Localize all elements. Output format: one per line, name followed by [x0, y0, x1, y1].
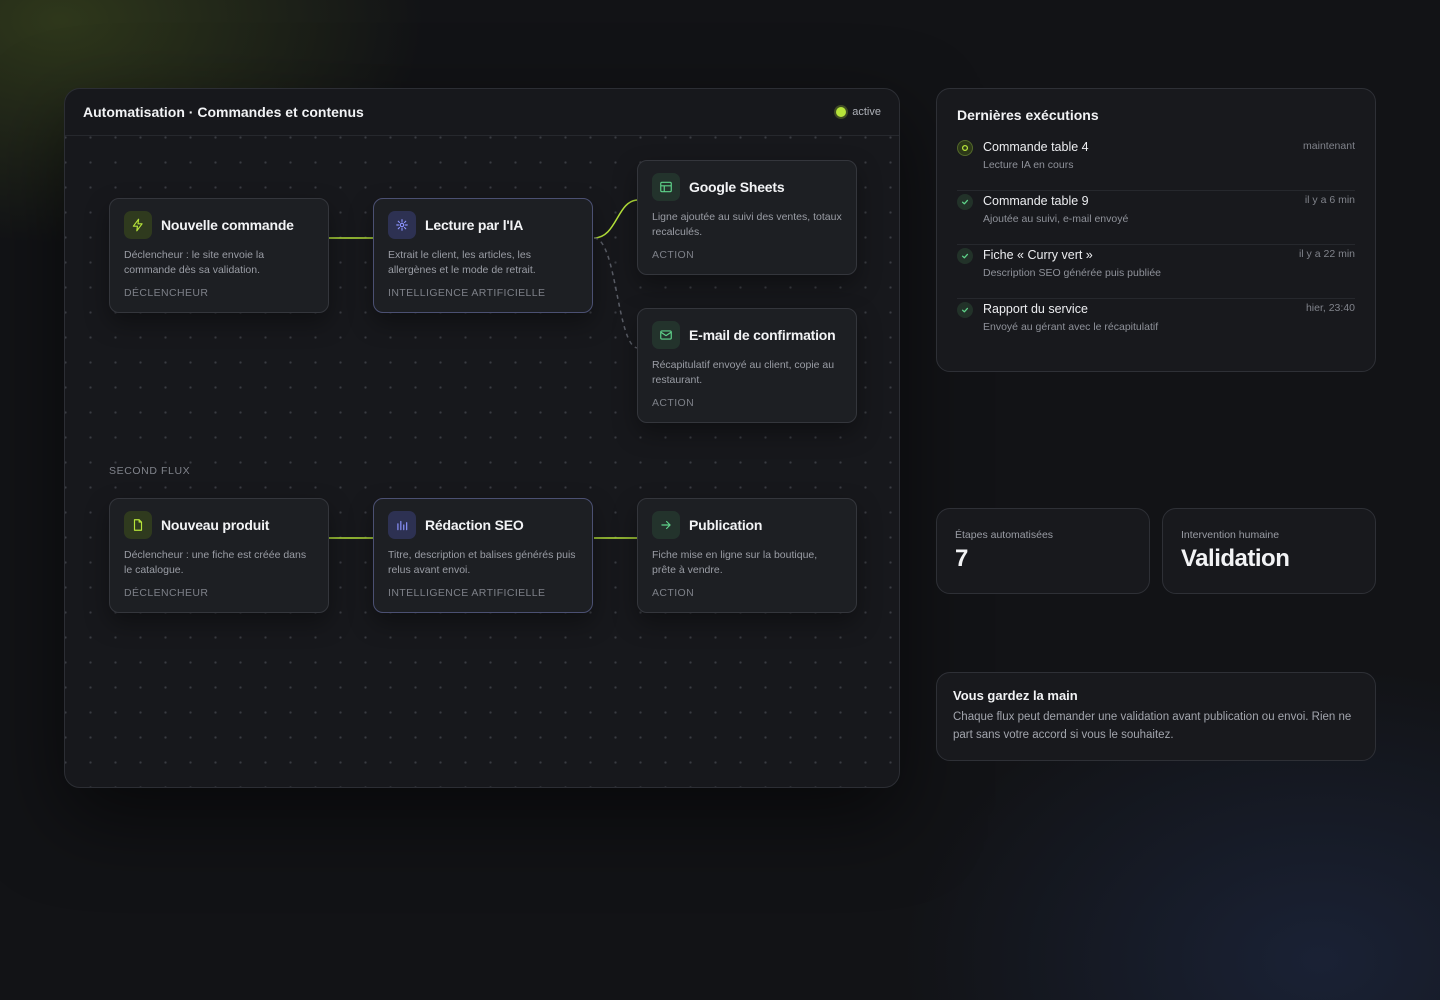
recent-executions-panel: Dernières exécutions Commande table 4 Le… [936, 88, 1376, 372]
executions-title: Dernières exécutions [957, 107, 1099, 123]
note-text: Chaque flux peut demander une validation… [953, 711, 1352, 741]
node-title: Rédaction SEO [425, 517, 524, 533]
node-kind: ACTION [652, 397, 695, 409]
note-title: Vous gardez la main [953, 688, 1078, 703]
node-nouveau-produit[interactable]: Nouveau produit Déclencheur : une fiche … [109, 498, 329, 613]
canvas-title: Automatisation · Commandes et contenus [83, 104, 364, 120]
execution-detail: Envoyé au gérant avec le récapitulatif [983, 321, 1159, 333]
node-google-sheets[interactable]: Google Sheets Ligne ajoutée au suivi des… [637, 160, 857, 275]
check-icon [957, 194, 973, 210]
execution-name: Rapport du service [983, 302, 1088, 316]
node-title: Nouveau produit [161, 517, 270, 533]
status-indicator: active [836, 106, 881, 118]
file-icon [124, 511, 152, 539]
chart-bars-icon [388, 511, 416, 539]
canvas-header: Automatisation · Commandes et contenus a… [65, 89, 899, 136]
node-description: Titre, description et balises générés pu… [388, 549, 576, 576]
node-nouvelle-commande[interactable]: Nouvelle commande Déclencheur : le site … [109, 198, 329, 313]
stat-value: Validation [1181, 545, 1290, 572]
node-title: Google Sheets [689, 179, 785, 195]
stat-value: 7 [955, 545, 968, 572]
execution-detail: Lecture IA en cours [983, 159, 1074, 171]
status-label: active [852, 106, 881, 118]
node-description: Ligne ajoutée au suivi des ventes, totau… [652, 211, 842, 238]
node-publication[interactable]: Publication Fiche mise en ligne sur la b… [637, 498, 857, 613]
node-description: Déclencheur : une fiche est créée dans l… [124, 549, 307, 576]
execution-item[interactable]: Rapport du service Envoyé au gérant avec… [957, 299, 1355, 353]
execution-item[interactable]: Fiche « Curry vert » Description SEO gén… [957, 245, 1355, 299]
workflow-canvas: Automatisation · Commandes et contenus a… [64, 88, 900, 788]
node-title: Nouvelle commande [161, 217, 294, 233]
execution-detail: Ajoutée au suivi, e-mail envoyé [983, 213, 1129, 225]
check-icon [957, 248, 973, 264]
stat-label: Intervention humaine [1181, 529, 1280, 541]
node-kind: INTELLIGENCE ARTIFICIELLE [388, 587, 546, 599]
mail-icon [652, 321, 680, 349]
section-label-second-flow: SECOND FLUX [109, 465, 191, 477]
execution-time: il y a 22 min [1298, 248, 1355, 260]
execution-name: Fiche « Curry vert » [983, 248, 1093, 262]
control-note: Vous gardez la main Chaque flux peut dem… [936, 672, 1376, 761]
sparkle-icon [388, 211, 416, 239]
node-description: Fiche mise en ligne sur la boutique, prê… [652, 549, 818, 576]
node-description: Extrait le client, les articles, les all… [388, 249, 536, 276]
arrow-right-icon [652, 511, 680, 539]
check-icon [957, 302, 973, 318]
stat-label: Étapes automatisées [955, 529, 1054, 541]
node-description: Déclencheur : le site envoie la commande… [124, 249, 265, 276]
stat-automated-steps: Étapes automatisées 7 [936, 508, 1150, 594]
node-kind: ACTION [652, 249, 695, 261]
node-kind: ACTION [652, 587, 695, 599]
node-kind: DÉCLENCHEUR [124, 587, 209, 599]
pending-icon [957, 140, 973, 156]
node-title: E-mail de confirmation [689, 327, 836, 343]
table-icon [652, 173, 680, 201]
node-kind: DÉCLENCHEUR [124, 287, 209, 299]
execution-name: Commande table 9 [983, 194, 1089, 208]
execution-detail: Description SEO générée puis publiée [983, 267, 1162, 279]
node-kind: INTELLIGENCE ARTIFICIELLE [388, 287, 546, 299]
execution-item[interactable]: Commande table 9 Ajoutée au suivi, e-mai… [957, 191, 1355, 245]
node-description: Récapitulatif envoyé au client, copie au… [652, 359, 835, 386]
execution-item[interactable]: Commande table 4 Lecture IA en cours mai… [957, 137, 1355, 191]
stat-human-intervention: Intervention humaine Validation [1162, 508, 1376, 594]
execution-name: Commande table 4 [983, 140, 1089, 154]
node-title: Lecture par l'IA [425, 217, 524, 233]
node-title: Publication [689, 517, 763, 533]
node-redaction-seo[interactable]: Rédaction SEO Titre, description et bali… [373, 498, 593, 613]
execution-time: il y a 6 min [1304, 194, 1355, 206]
node-lecture-ia[interactable]: Lecture par l'IA Extrait le client, les … [373, 198, 593, 313]
bolt-icon [124, 211, 152, 239]
execution-time: maintenant [1303, 140, 1355, 152]
node-email-confirmation[interactable]: E-mail de confirmation Récapitulatif env… [637, 308, 857, 423]
execution-time: hier, 23:40 [1305, 302, 1355, 314]
status-dot-icon [836, 107, 847, 117]
